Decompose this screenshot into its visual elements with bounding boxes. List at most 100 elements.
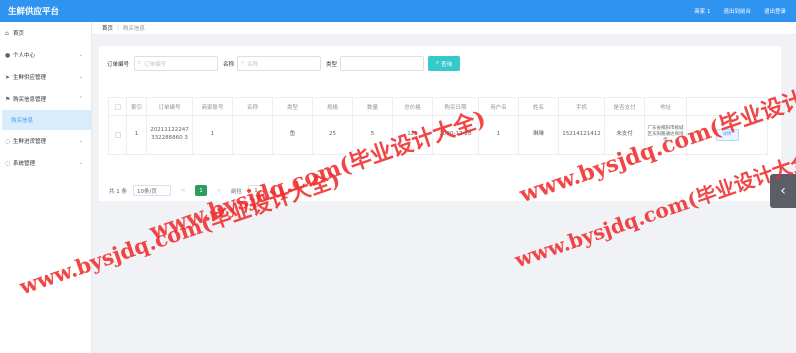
flag-icon: ⚑ — [5, 95, 11, 103]
chevron-down-icon: ⌄ — [78, 52, 83, 58]
table-cell: 15214121412 — [559, 116, 605, 154]
select-all-cell — [109, 98, 127, 115]
name-label: 名称 — [223, 61, 235, 68]
select-all-checkbox[interactable] — [114, 103, 121, 110]
order-number-input[interactable]: ⌕ 订单编号 — [134, 56, 219, 71]
table-cell: 琳琳 — [519, 116, 559, 154]
user-icon: ● — [5, 51, 11, 59]
table-cell: 1 — [193, 116, 233, 154]
pagination: 共 1 条 10条/页 < 1 > 前往 1 页 — [109, 185, 276, 196]
table-row: 1 20211122247332286860 3 1 鱼 25 5 125 20… — [109, 116, 767, 154]
col-header: 姓名 — [519, 98, 559, 115]
sidebar-item-label: 生鲜进货管理 — [13, 139, 47, 145]
order-number-label: 订单编号 — [107, 61, 130, 68]
table-cell: 2020-12-28 — [433, 116, 479, 154]
col-header: 名称 — [233, 98, 273, 115]
goto-label: 前往 — [231, 188, 243, 195]
sidebar-item-label: 系统管理 — [13, 161, 36, 167]
sidebar-item-purchase[interactable]: ⚑ 购买信息管理 ⌃ — [0, 88, 91, 110]
col-header: 总价格 — [393, 98, 433, 115]
table-cell: 25 — [313, 116, 353, 154]
sidebar-item-label: 个人中心 — [13, 53, 36, 59]
name-input[interactable]: ⌕ 名称 — [237, 56, 322, 71]
back-to-front-link[interactable]: 退出到前台 — [723, 7, 751, 15]
page-unit-label: 页 — [270, 188, 276, 195]
row-checkbox[interactable] — [114, 132, 121, 138]
query-label: 查询 — [441, 61, 453, 68]
col-header: 用户名 — [479, 98, 519, 115]
breadcrumb: 首页 / 购买信息 — [92, 22, 796, 35]
top-bar: 生鲜供应平台 商家 1 退出到前台 退出登录 — [0, 0, 796, 22]
order-number-placeholder: 订单编号 — [144, 61, 167, 68]
page-size-select[interactable]: 10条/页 — [133, 185, 171, 196]
table-cell: 125 — [393, 116, 433, 154]
sidebar-item-stock[interactable]: ◌ 生鲜进货管理 ⌄ — [0, 130, 91, 152]
search-icon: ⌕ — [138, 60, 142, 66]
col-header: 是否支付 — [605, 98, 645, 115]
name-placeholder: 名称 — [247, 61, 259, 68]
chevron-left-icon: ‹ — [780, 183, 786, 199]
sidebar-subitem-label: 购买信息 — [11, 118, 34, 124]
breadcrumb-current: 购买信息 — [122, 26, 145, 32]
sidebar-item-home[interactable]: ⌂ 首页 — [0, 22, 91, 44]
table-cell: 5 — [353, 116, 393, 154]
table-cell: 广东省揭阳市榕城区东阳路通达商场电 — [645, 116, 687, 154]
logout-link[interactable]: 退出登录 — [764, 7, 786, 15]
prev-page-button[interactable]: < — [177, 185, 189, 196]
table-cell: 未支付 — [605, 116, 645, 154]
col-header — [687, 98, 767, 115]
col-header: 索引 — [127, 98, 147, 115]
col-header: 规格 — [313, 98, 353, 115]
sidebar-subitem-purchase-info[interactable]: 购买信息 — [2, 110, 91, 130]
sidebar: ⌂ 首页 ● 个人中心 ⌄ ➤ 生鲜供应管理 ⌄ ⚑ 购买信息管理 ⌃ 购买信息… — [0, 22, 92, 353]
col-header: 手机 — [559, 98, 605, 115]
collapse-panel-tab[interactable]: ‹ — [770, 174, 796, 208]
col-header: 订单编号 — [147, 98, 193, 115]
main-area: 首页 / 购买信息 订单编号 ⌕ 订单编号 名称 ⌕ 名称 类型 ⌕ 查询 索引… — [92, 22, 796, 353]
sidebar-item-system[interactable]: ◌ 系统管理 ⌄ — [0, 152, 91, 174]
content-panel: 订单编号 ⌕ 订单编号 名称 ⌕ 名称 类型 ⌕ 查询 索引 订单编号 商家账号 — [99, 46, 781, 201]
query-button[interactable]: ⌕ 查询 — [428, 56, 461, 71]
home-icon: ⌂ — [5, 29, 9, 37]
page-size-value: 10条/页 — [137, 188, 157, 195]
sidebar-item-profile[interactable]: ● 个人中心 ⌄ — [0, 44, 91, 66]
col-header: 商家账号 — [193, 98, 233, 115]
col-header: 数量 — [353, 98, 393, 115]
goto-page-input[interactable]: 1 — [248, 185, 265, 196]
actions-cell: 详情 — [687, 116, 767, 154]
chevron-down-icon: ⌄ — [78, 74, 83, 80]
next-page-button[interactable]: > — [213, 185, 225, 196]
table-cell — [233, 116, 273, 154]
page-number[interactable]: 1 — [195, 185, 207, 196]
col-header: 类型 — [273, 98, 313, 115]
type-input[interactable] — [340, 56, 425, 71]
sidebar-item-label: 购买信息管理 — [13, 97, 47, 103]
sidebar-item-label: 生鲜供应管理 — [13, 75, 47, 81]
chat-icon: ◌ — [5, 159, 11, 167]
chevron-down-icon: ⌄ — [78, 138, 83, 144]
type-label: 类型 — [326, 61, 338, 68]
table-header-row: 索引 订单编号 商家账号 名称 类型 规格 数量 总价格 购买日期 用户名 姓名… — [109, 98, 767, 116]
breadcrumb-separator: / — [117, 25, 119, 31]
search-icon: ⌕ — [241, 60, 245, 66]
search-icon: ⌕ — [435, 60, 440, 66]
total-count: 共 1 条 — [109, 188, 127, 195]
goto-page-value: 1 — [254, 187, 258, 194]
app-title: 生鲜供应平台 — [8, 7, 60, 17]
user-label: 商家 1 — [694, 9, 711, 15]
send-icon: ➤ — [5, 73, 11, 81]
table-cell: 1 — [127, 116, 147, 154]
top-actions: 商家 1 退出到前台 退出登录 — [694, 7, 786, 15]
col-header: 地址 — [645, 98, 687, 115]
chevron-down-icon: ⌄ — [78, 160, 83, 166]
table-cell: 1 — [479, 116, 519, 154]
detail-button[interactable]: 详情 — [715, 128, 739, 142]
table-cell: 20211122247332286860 3 — [147, 116, 193, 154]
purchase-table: 索引 订单编号 商家账号 名称 类型 规格 数量 总价格 购买日期 用户名 姓名… — [108, 97, 768, 155]
sidebar-item-label: 首页 — [13, 31, 25, 37]
chevron-up-icon: ⌃ — [78, 96, 83, 102]
chat-icon: ◌ — [5, 137, 11, 145]
breadcrumb-home[interactable]: 首页 — [102, 24, 113, 32]
search-bar: 订单编号 ⌕ 订单编号 名称 ⌕ 名称 类型 ⌕ 查询 — [107, 56, 461, 71]
sidebar-item-supply[interactable]: ➤ 生鲜供应管理 ⌄ — [0, 66, 91, 88]
